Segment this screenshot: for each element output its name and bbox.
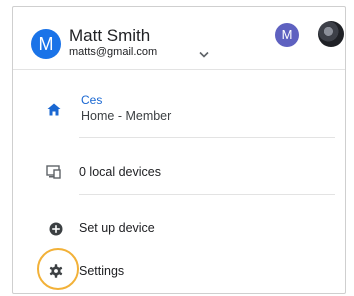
home-icon bbox=[47, 103, 61, 121]
profile-photo-avatar[interactable] bbox=[318, 21, 344, 47]
divider bbox=[79, 194, 335, 195]
settings-label: Settings bbox=[79, 264, 125, 278]
highlight-ring bbox=[37, 248, 79, 290]
chevron-down-icon[interactable] bbox=[199, 46, 209, 64]
account-email: matts@gmail.com bbox=[69, 46, 158, 58]
local-devices-label: 0 local devices bbox=[79, 165, 161, 179]
home-name[interactable]: Ces bbox=[81, 93, 102, 107]
account-name: Matt Smith bbox=[69, 26, 151, 45]
set-up-device-label: Set up device bbox=[79, 221, 155, 235]
home-membership: Home - Member bbox=[81, 109, 172, 123]
divider bbox=[79, 137, 335, 138]
add-circle-icon bbox=[49, 222, 63, 241]
avatar[interactable]: M bbox=[31, 29, 61, 59]
secondary-account-avatar[interactable]: M bbox=[275, 23, 299, 47]
cast-devices-icon bbox=[46, 165, 62, 184]
account-menu-panel: M Matt Smith matts@gmail.com M Ces Home … bbox=[12, 6, 346, 294]
divider bbox=[13, 69, 345, 70]
